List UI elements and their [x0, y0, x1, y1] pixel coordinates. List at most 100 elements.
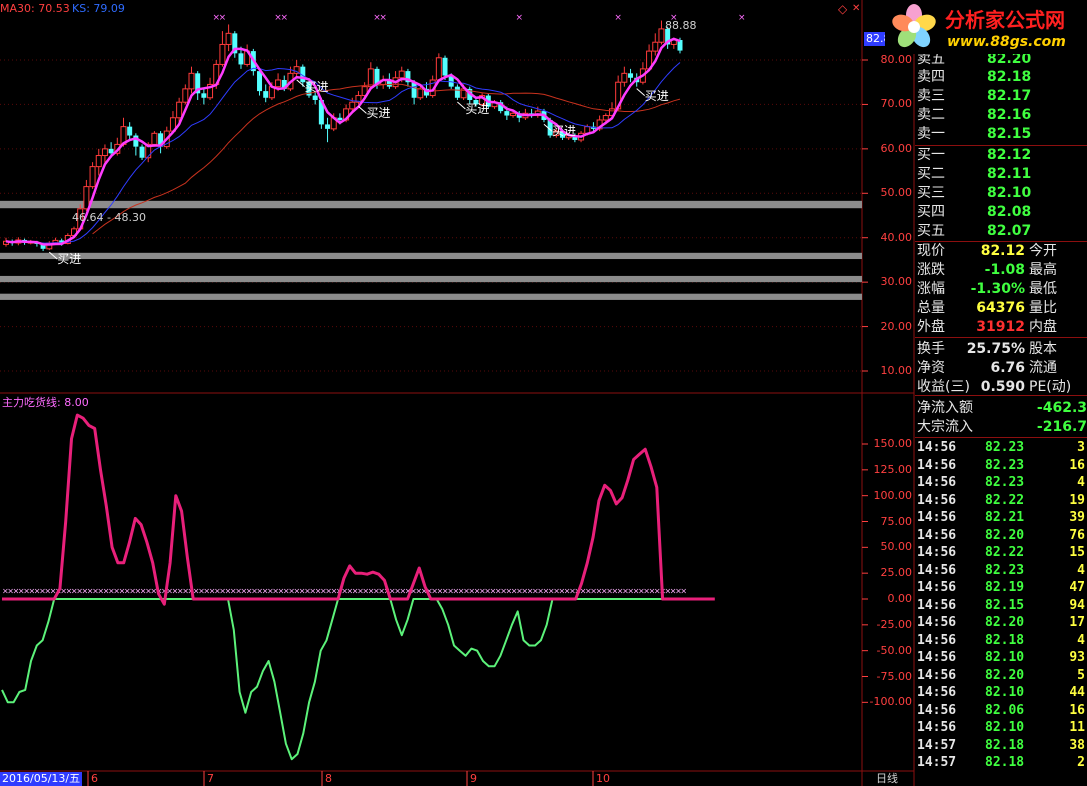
- tick-row: 14:57 82.18 38: [915, 737, 1087, 755]
- tick-volume: 93: [1069, 650, 1085, 665]
- x-tick-label: 6: [91, 772, 98, 785]
- tick-row: 14:56 82.23 3: [915, 439, 1087, 457]
- stat-right-label: 今开: [1029, 243, 1057, 259]
- candle-body: [188, 72, 195, 90]
- tick-volume: 4: [1077, 632, 1085, 648]
- tick-time: 14:56: [917, 632, 957, 648]
- candle-body: [176, 101, 183, 119]
- stat-right-label: 流通: [1029, 360, 1057, 376]
- tick-volume: 39: [1069, 510, 1085, 525]
- panel-separator: [915, 395, 1087, 396]
- top-marker: ×: [738, 13, 746, 23]
- stat-row: 外盘 31912 内盘: [915, 318, 1087, 336]
- diamond-icon[interactable]: ◇: [838, 2, 847, 16]
- candle-body: [238, 53, 244, 65]
- tick-row: 14:56 82.23 4: [915, 474, 1087, 492]
- candle-body: [349, 101, 356, 110]
- candle-body: [89, 166, 96, 188]
- logo-url[interactable]: www.88gs.com: [947, 34, 1066, 50]
- gray-band: [0, 293, 862, 300]
- stat-label: 收益(三): [917, 379, 970, 395]
- candle-body: [201, 93, 207, 98]
- flow-row: 净流入额 -462.3: [915, 399, 1087, 417]
- bid-label: 买四: [917, 204, 945, 220]
- tick-time: 14:56: [917, 562, 957, 578]
- buy-signal-label: 买进: [366, 106, 391, 121]
- tick-volume: 44: [1069, 685, 1085, 700]
- stat-label: 涨幅: [917, 281, 945, 297]
- buy-signal-label: 买进: [644, 88, 669, 103]
- buy-signal-label: 买进: [465, 101, 490, 116]
- tick-volume: 94: [1069, 597, 1085, 613]
- ask-label: 卖一: [917, 126, 945, 142]
- price-tick-label: 50.00: [880, 186, 913, 200]
- indicator-tick-label: 150.00: [873, 437, 913, 450]
- tick-price: 82.10: [985, 720, 1025, 735]
- tick-row: 14:56 82.20 5: [915, 667, 1087, 685]
- bid-price: 82.11: [987, 166, 1032, 182]
- tick-time: 14:56: [917, 685, 957, 700]
- close-icon[interactable]: ✕: [852, 2, 860, 16]
- panel-separator: [915, 437, 1087, 438]
- tick-row: 14:56 82.15 94: [915, 597, 1087, 615]
- flower-logo-icon: [892, 4, 936, 48]
- ask-row: 卖一 82.15: [915, 125, 1087, 143]
- tick-price: 82.19: [985, 580, 1025, 595]
- top-marker: ×: [614, 13, 622, 23]
- bid-row: 买五 82.07: [915, 222, 1087, 240]
- ask-price: 82.16: [987, 107, 1032, 123]
- tick-price: 82.15: [985, 597, 1025, 613]
- bid-price: 82.08: [987, 204, 1032, 220]
- candle-body: [275, 79, 282, 88]
- indicator-tick-label: 0.00: [887, 592, 913, 605]
- tick-volume: 3: [1077, 440, 1085, 455]
- stat-value: 0.590: [980, 379, 1025, 395]
- tick-time: 14:56: [917, 650, 957, 665]
- flow-row: 大宗流入 -216.7: [915, 418, 1087, 436]
- buy-signal-label: 买进: [57, 252, 82, 267]
- candle-body: [263, 91, 269, 98]
- tick-price: 82.06: [985, 702, 1025, 718]
- buy-signal-arrow: [457, 101, 466, 110]
- candle-body: [411, 82, 417, 98]
- buy-signal-label: 买进: [551, 124, 576, 139]
- tick-price: 82.10: [985, 685, 1025, 700]
- ma30-label: MA30: 70.53: [0, 2, 70, 15]
- signal-marker: ×: [680, 587, 687, 596]
- candle-body: [510, 112, 517, 117]
- tick-volume: 76: [1069, 527, 1085, 543]
- tick-time: 14:56: [917, 597, 957, 613]
- logo-title: 分析家公式网: [945, 8, 1065, 32]
- candle-body: [435, 57, 442, 81]
- tick-price: 82.22: [985, 545, 1025, 560]
- candle-body: [417, 88, 424, 99]
- magenta-line: [2, 413, 715, 606]
- indicator-tick-label: 75.00: [880, 514, 913, 528]
- stat-label: 涨跌: [917, 262, 945, 278]
- tick-volume: 4: [1077, 475, 1085, 490]
- price-tick-label: 60.00: [880, 141, 913, 155]
- tick-row: 14:56 82.20 17: [915, 614, 1087, 632]
- period-label[interactable]: 日线: [876, 772, 898, 786]
- x-tick-label: 9: [470, 772, 477, 785]
- candle-body: [257, 71, 263, 92]
- tick-price: 82.18: [985, 755, 1025, 770]
- tick-time: 14:56: [917, 440, 957, 455]
- bid-row: 买三 82.10: [915, 184, 1087, 202]
- tick-volume: 47: [1069, 580, 1085, 595]
- quote-panel: 卖五 82.20 卖四 82.18 卖三 82.17 卖二 82.16 卖一 82.15 买一 82.…: [915, 0, 1087, 786]
- indicator-tick-label: -50.00: [876, 643, 912, 657]
- indicator-tick-label: -75.00: [876, 669, 912, 683]
- indicator-tick-label: 100.00: [873, 488, 913, 502]
- ask-price: 82.15: [987, 126, 1032, 142]
- price-tick-label: 80.00: [880, 53, 913, 66]
- x-tick-label: 7: [207, 772, 214, 785]
- stat-value: -1.30%: [970, 281, 1025, 297]
- tick-time: 14:56: [917, 527, 957, 543]
- bid-row: 买四 82.08: [915, 203, 1087, 221]
- stat-label: 现价: [917, 243, 945, 259]
- stat-row: 总量 64376 量比: [915, 299, 1087, 317]
- tick-volume: 2: [1077, 755, 1085, 770]
- stat-right-label: 量比: [1029, 300, 1057, 316]
- tick-price: 82.22: [985, 492, 1025, 508]
